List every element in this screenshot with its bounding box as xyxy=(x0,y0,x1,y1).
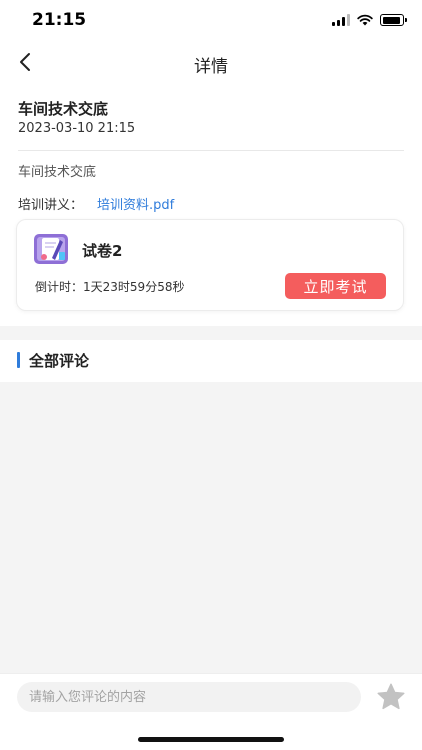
comment-input[interactable] xyxy=(17,682,361,712)
comments-title: 全部评论 xyxy=(29,352,90,370)
handout-label: 培训讲义： xyxy=(18,198,84,213)
section-gap xyxy=(0,326,422,340)
nav-bar: 详情 xyxy=(0,40,422,84)
page-title: 详情 xyxy=(194,57,228,77)
exam-card[interactable]: 试卷2 倒计时： 1天23时59分58秒 立即考试 xyxy=(16,219,404,311)
handout-file-link[interactable]: 培训资料.pdf xyxy=(97,194,174,213)
exam-paper-icon xyxy=(34,234,68,264)
comments-header: 全部评论 xyxy=(0,340,422,382)
countdown-value: 1天23时59分58秒 xyxy=(83,280,185,294)
exam-title: 试卷2 xyxy=(82,242,123,260)
wifi-icon xyxy=(357,14,373,26)
signal-icon xyxy=(332,14,350,26)
comments-list xyxy=(0,382,422,673)
status-time: 21:15 xyxy=(32,10,87,30)
status-bar: 21:15 xyxy=(0,0,422,40)
battery-icon xyxy=(380,14,407,26)
article-date: 2023-03-10 21:15 xyxy=(18,121,136,136)
countdown: 倒计时： 1天23时59分58秒 xyxy=(35,278,184,295)
status-icons xyxy=(332,14,407,26)
article-title: 车间技术交底 xyxy=(18,100,109,118)
section-accent-bar xyxy=(17,352,20,368)
start-exam-button[interactable]: 立即考试 xyxy=(285,273,386,299)
handout-row: 培训讲义： 培训资料.pdf xyxy=(18,194,174,213)
star-icon[interactable] xyxy=(376,682,406,712)
countdown-label: 倒计时： xyxy=(35,280,84,294)
article-body: 车间技术交底 xyxy=(18,165,97,180)
divider xyxy=(18,150,404,151)
home-indicator xyxy=(138,737,284,742)
